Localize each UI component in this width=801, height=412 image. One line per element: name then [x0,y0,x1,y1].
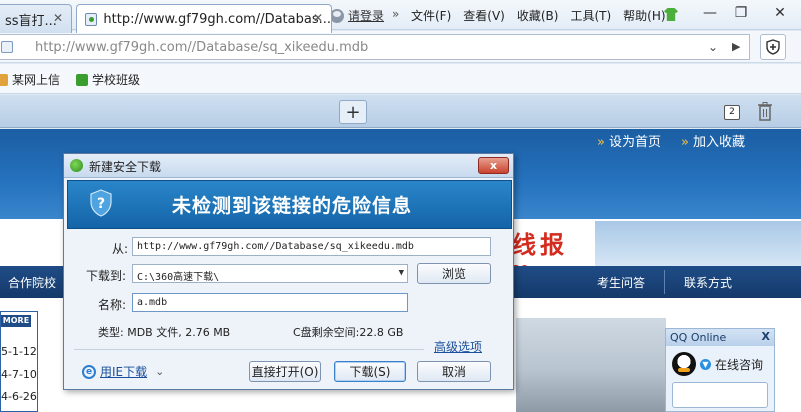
page-favicon-icon [1,41,13,53]
chevron-double-down-icon[interactable]: ⌄ [155,365,164,378]
close-icon[interactable]: ✕ [767,3,793,23]
page-favicon-icon [85,12,98,26]
source-url-field[interactable]: http://www.gf79gh.com//Database/sq_xikee… [132,237,491,256]
nav-qa[interactable]: 考生问答 [597,274,645,291]
news-date: 5-1-12 [1,345,37,358]
tab-label: http://www.gf79gh.com//Databas... [103,11,331,27]
banner-image [595,221,801,266]
tab-close-icon[interactable]: ✕ [313,11,323,25]
add-favorite-link[interactable]: 加入收藏 [681,131,745,150]
nav-partner-schools[interactable]: 合作院校 [8,274,56,291]
disk-space-info: C盘剩余空间:22.8 GB [293,326,404,339]
menu-list: 文件(F) 查看(V) 收藏(B) 工具(T) 帮助(H) [411,7,666,24]
qq-close-button[interactable]: X [762,330,770,343]
nav-divider [664,270,665,294]
security-shield-button[interactable] [760,34,786,60]
tab-label: ss盲打... [5,13,57,29]
dialog-divider [74,349,424,350]
tab-1[interactable]: ss盲打... ✕ [0,4,72,33]
nav-contact[interactable]: 联系方式 [684,274,732,291]
skin-shirt-icon[interactable] [664,8,678,21]
menu-tools[interactable]: 工具(T) [570,7,611,24]
from-label: 从: [112,242,129,256]
file-type-info: 类型: MDB 文件, 2.76 MB [98,326,231,339]
browse-button[interactable]: 浏览 [417,263,491,284]
shield-plus-icon [766,39,780,55]
qq-online-widget: QQ Online X ▼ 在线咨询 [665,328,775,412]
address-dropdown-icon[interactable]: ⌄ [708,40,718,54]
site-icon [76,73,88,86]
set-homepage-link[interactable]: 设为首页 [597,131,661,150]
save-to-label: 下载到: [86,269,127,283]
qq-title: QQ Online [670,331,727,344]
360-logo-icon [70,159,83,172]
login-link[interactable]: 请登录 [330,7,384,24]
news-date: 4-7-10 [1,368,37,381]
new-tab-button[interactable]: + [339,100,367,124]
favorite-label: 学校班级 [92,73,141,87]
restore-icon[interactable]: ❐ [728,3,754,23]
news-panel: MORE 5-1-12 4-7-10 4-6-26 [0,311,38,412]
ie-icon: e [82,364,96,379]
tab-bar [0,95,801,128]
filename-label: 名称: [98,298,127,312]
favorites-bar: 某网上信 学校班级 [0,64,801,94]
dialog-titlebar: 新建安全下载 x [64,154,513,178]
qq-header: QQ Online X [666,329,774,346]
favorite-item-2[interactable]: 学校班级 [76,71,140,88]
menu-view[interactable]: 查看(V) [463,7,505,24]
ie-download-label: 用IE下载 [100,365,148,379]
chevron-down-icon: ▼ [700,358,711,370]
favorite-item-1[interactable]: 某网上信 [0,71,60,88]
advanced-options-link[interactable]: 高级选项 [434,338,482,355]
trash-icon[interactable] [757,102,773,121]
address-bar-row: http://www.gf79gh.com//Database/sq_xikee… [0,31,801,63]
folder-icon [0,73,8,86]
save-path-value: C:\360高速下载\ [137,272,220,283]
download-dialog: 新建安全下载 x ? 未检测到该链接的危险信息 从: http://www.gf… [63,153,514,390]
dialog-title: 新建安全下载 [89,160,162,174]
user-icon [330,8,344,23]
safety-banner: ? 未检测到该链接的危险信息 [67,180,512,229]
address-input[interactable]: http://www.gf79gh.com//Database/sq_xikee… [0,34,750,60]
header-links: 设为首页 加入收藏 [597,131,745,150]
tab-count-badge[interactable]: 2 [724,105,740,120]
safety-headline: 未检测到该链接的危险信息 [172,195,413,217]
menu-help[interactable]: 帮助(H) [623,7,665,24]
news-date: 4-6-26 [1,390,37,403]
qq-online-label: 在线咨询 [715,357,764,372]
more-button[interactable]: MORE [1,315,31,327]
qq-consult-link[interactable]: ▼ 在线咨询 [666,346,774,382]
shield-question-icon: ? [90,189,112,217]
address-url-text: http://www.gf79gh.com//Database/sq_xikee… [35,40,369,55]
save-path-combo[interactable]: C:\360高速下载\ ▼ [132,264,408,283]
menu-file[interactable]: 文件(F) [411,7,451,24]
open-directly-button[interactable]: 直接打开(O) [249,361,321,382]
qq-penguin-icon [672,352,696,376]
minimize-icon[interactable]: — [697,3,723,23]
ie-download-link[interactable]: e 用IE下载 ⌄ [82,363,164,380]
dialog-close-button[interactable]: x [478,157,509,174]
tab-close-icon[interactable]: ✕ [53,11,63,25]
svg-text:?: ? [97,196,105,212]
favorite-label: 某网上信 [12,73,61,87]
menu-favorites[interactable]: 收藏(B) [517,7,559,24]
filename-input[interactable]: a.mdb [132,293,408,312]
login-label: 请登录 [348,9,385,23]
download-button[interactable]: 下载(S) [334,361,406,382]
go-arrow-icon[interactable]: ▶ [732,40,740,53]
cancel-button[interactable]: 取消 [417,361,491,382]
tab-2-active[interactable]: http://www.gf79gh.com//Databas... ✕ [76,4,332,33]
chevron-double-icon[interactable]: » [392,7,399,21]
qq-consult-button[interactable] [672,382,768,408]
campus-photo [516,318,666,412]
chevron-down-icon[interactable]: ▼ [399,268,404,278]
